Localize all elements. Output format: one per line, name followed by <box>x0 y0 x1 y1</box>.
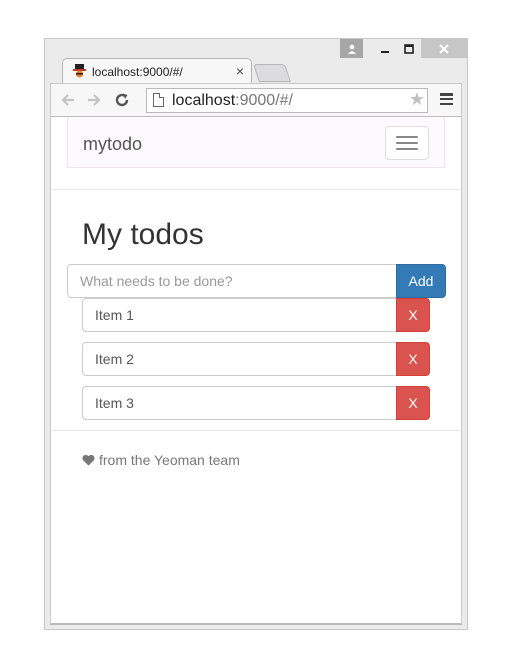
browser-toolbar: localhost:9000/#/ ★ <box>50 83 462 117</box>
reload-icon[interactable] <box>113 91 131 109</box>
heart-icon <box>82 454 95 466</box>
delete-todo-button[interactable]: X <box>396 298 430 332</box>
todo-item: Item 2 X <box>82 342 430 376</box>
brand-link[interactable]: mytodo <box>83 134 142 155</box>
page-viewport: mytodo My todos Add Item 1 X Item 2 X It… <box>50 117 462 625</box>
todo-input[interactable]: Item 3 <box>82 386 396 420</box>
yeoman-favicon-icon <box>73 64 86 78</box>
todo-input[interactable]: Item 2 <box>82 342 396 376</box>
delete-todo-button[interactable]: X <box>396 342 430 376</box>
footer-divider <box>51 430 461 431</box>
bookmark-star-icon[interactable]: ★ <box>409 89 425 110</box>
new-tab-button[interactable] <box>253 64 291 82</box>
tab-close-icon[interactable]: × <box>236 63 244 79</box>
add-todo-form: Add <box>67 264 446 298</box>
page-icon <box>153 93 164 107</box>
browser-tab[interactable]: localhost:9000/#/ × <box>62 58 252 84</box>
window-close-icon[interactable] <box>421 39 467 58</box>
browser-window: localhost:9000/#/ × localhost:9000/#/ ★ … <box>44 38 468 630</box>
todo-item: Item 1 X <box>82 298 430 332</box>
tab-title: localhost:9000/#/ <box>92 65 183 79</box>
new-todo-input[interactable] <box>67 264 396 298</box>
minimize-icon[interactable] <box>373 39 397 58</box>
add-button[interactable]: Add <box>396 264 446 298</box>
user-profile-icon[interactable] <box>340 39 363 58</box>
navbar: mytodo <box>67 117 445 168</box>
footer: from the Yeoman team <box>82 452 240 468</box>
delete-todo-button[interactable]: X <box>396 386 430 420</box>
divider <box>51 189 461 190</box>
url-text: localhost:9000/#/ <box>172 92 293 109</box>
todo-item: Item 3 X <box>82 386 430 420</box>
window-controls <box>340 39 467 60</box>
address-bar[interactable]: localhost:9000/#/ ★ <box>146 88 428 113</box>
back-arrow-icon[interactable] <box>59 91 77 109</box>
todo-input[interactable]: Item 1 <box>82 298 396 332</box>
maximize-icon[interactable] <box>397 39 421 58</box>
footer-text: from the Yeoman team <box>99 452 240 468</box>
forward-arrow-icon[interactable] <box>85 91 103 109</box>
navbar-toggle-button[interactable] <box>385 126 429 160</box>
browser-menu-icon[interactable] <box>440 93 453 105</box>
page-title: My todos <box>82 218 204 251</box>
